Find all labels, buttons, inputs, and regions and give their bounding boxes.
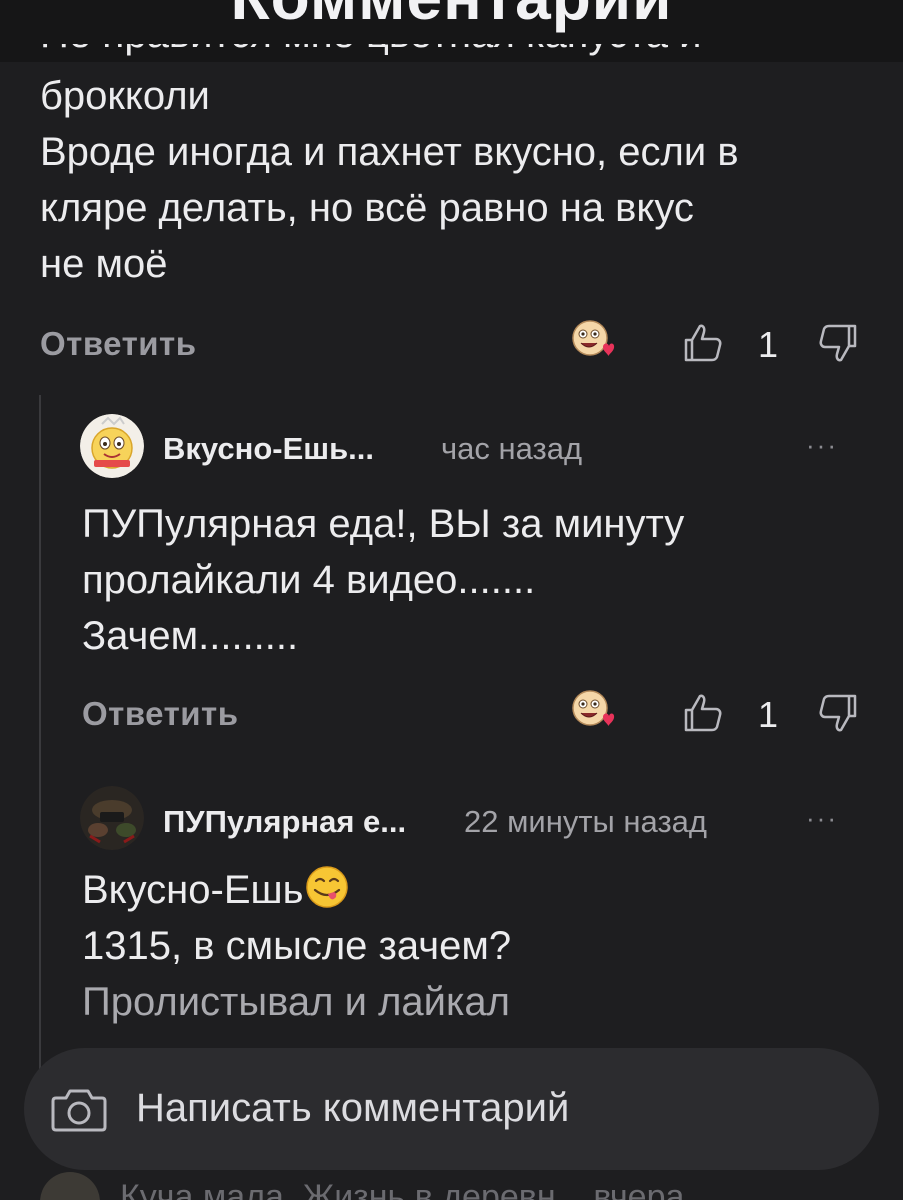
comment-line: не моё bbox=[40, 242, 168, 286]
laughing-heart-emoji-icon[interactable] bbox=[570, 318, 616, 364]
clipped-comment-line: Не нравится мне цветная капуста и bbox=[40, 44, 860, 62]
like-count: 1 bbox=[758, 694, 779, 735]
thumbs-up-icon[interactable] bbox=[683, 692, 723, 734]
comment-line: кляре делать, но всё равно на вкус bbox=[40, 186, 694, 230]
comment-line: Зачем......... bbox=[82, 614, 299, 658]
reply-button[interactable]: Ответить bbox=[40, 325, 197, 363]
comment-input[interactable]: Написать комментарий bbox=[136, 1086, 569, 1131]
comment-line: брокколи bbox=[40, 74, 210, 118]
comment-line: Вроде иногда и пахнет вкусно, если в bbox=[40, 130, 739, 174]
comment-line: 1315, в смысле зачем? bbox=[82, 924, 512, 968]
comment-body: брокколи Вроде иногда и пахнет вкусно, е… bbox=[40, 68, 739, 292]
comment-body: Вкусно-Ешь 1315, в смысле зачем? Пролист… bbox=[82, 862, 511, 1030]
comment-body: ПУПулярная еда!, ВЫ за минуту пролайкали… bbox=[82, 496, 684, 664]
more-dots-icon[interactable]: ··· bbox=[806, 430, 838, 461]
comment-author[interactable]: Вкусно-Ешь... bbox=[163, 431, 374, 467]
comments-screen: Комментарии Не нравится мне цветная капу… bbox=[0, 0, 903, 1200]
like-count: 1 bbox=[758, 324, 779, 365]
comment-author[interactable]: ПУПулярная е... bbox=[163, 804, 406, 840]
avatar[interactable] bbox=[80, 786, 144, 850]
avatar bbox=[40, 1172, 100, 1200]
next-comment-preview: Куча мала. Жизнь в деревн... вчера bbox=[0, 1172, 903, 1200]
mention-text[interactable]: Вкусно-Ешь bbox=[82, 868, 303, 912]
thread-line bbox=[39, 395, 41, 1075]
comment-time: час назад bbox=[441, 431, 583, 466]
reply-button[interactable]: Ответить bbox=[82, 695, 239, 733]
comment-line: ПУПулярная еда!, ВЫ за минуту bbox=[82, 502, 685, 546]
comment-line: пролайкали 4 видео....... bbox=[82, 558, 536, 602]
thumbs-down-icon[interactable] bbox=[818, 322, 858, 364]
comment-line: Вкусно-Ешь bbox=[82, 862, 511, 918]
thumbs-up-icon[interactable] bbox=[683, 322, 723, 364]
thumbs-down-icon[interactable] bbox=[818, 692, 858, 734]
avatar[interactable] bbox=[80, 414, 144, 478]
yum-face-emoji-icon bbox=[306, 866, 349, 908]
next-comment-text: Куча мала. Жизнь в деревн... вчера bbox=[120, 1178, 685, 1200]
comment-line: Пролистывал и лайкал bbox=[82, 980, 510, 1024]
comment-input-bar[interactable]: Написать комментарий bbox=[24, 1048, 879, 1170]
comment-time: 22 минуты назад bbox=[464, 804, 707, 839]
laughing-heart-emoji-icon[interactable] bbox=[570, 688, 616, 734]
more-dots-icon[interactable]: ··· bbox=[806, 803, 838, 834]
camera-icon[interactable] bbox=[50, 1084, 108, 1134]
page-title: Комментарии bbox=[0, 0, 903, 34]
